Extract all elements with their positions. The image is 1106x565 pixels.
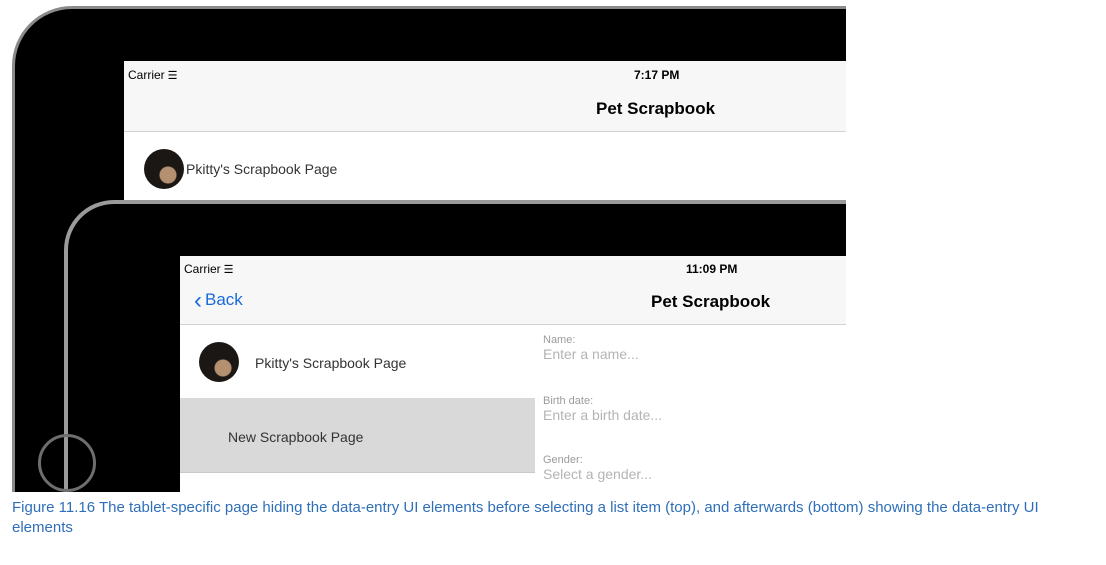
birth-date-field-group: Birth date: bbox=[543, 395, 833, 423]
status-time: 11:09 PM bbox=[686, 262, 738, 276]
tablet-screen-bottom: Carrier ☰ 11:09 PM ‹ Back Pet Scrapbook Pk… bbox=[180, 256, 846, 492]
list-item-label: Pkitty's Scrapbook Page bbox=[255, 355, 407, 371]
name-field-group: Name: bbox=[543, 334, 833, 362]
list-item[interactable]: Pkitty's Scrapbook Page bbox=[180, 325, 535, 399]
figure-caption: Figure 11.16 The tablet-specific page hi… bbox=[12, 499, 1039, 536]
chevron-left-icon: ‹ bbox=[194, 287, 202, 314]
back-button[interactable]: ‹ Back bbox=[194, 287, 243, 314]
avatar bbox=[144, 149, 184, 189]
carrier-label: Carrier bbox=[128, 68, 165, 82]
page-title: Pet Scrapbook bbox=[651, 292, 771, 311]
gender-field-group: Gender: bbox=[543, 454, 833, 482]
page-title: Pet Scrapbook bbox=[596, 99, 716, 118]
status-carrier: Carrier ☰ bbox=[128, 68, 178, 82]
list-item[interactable]: Pkitty's Scrapbook Page bbox=[124, 132, 846, 201]
list-item-label: New Scrapbook Page bbox=[228, 429, 364, 445]
wifi-icon: ☰ bbox=[223, 264, 234, 276]
wifi-icon: ☰ bbox=[167, 70, 178, 82]
avatar bbox=[199, 342, 239, 382]
navigation-bar: Carrier ☰ 11:09 PM ‹ Back Pet Scrapbook bbox=[180, 256, 846, 325]
status-time: 7:17 PM bbox=[634, 68, 680, 82]
list-item-selected[interactable]: New Scrapbook Page bbox=[180, 399, 535, 473]
tablet-screen-top: Carrier ☰ 7:17 PM Pet Scrapbook Pkitty's … bbox=[124, 61, 846, 201]
scrapbook-list: Pkitty's Scrapbook Page New Scrapbook Pa… bbox=[180, 325, 535, 492]
birth-date-input[interactable] bbox=[543, 407, 833, 423]
gender-label: Gender: bbox=[543, 454, 583, 466]
back-label: Back bbox=[205, 290, 243, 309]
status-carrier: Carrier ☰ bbox=[184, 262, 234, 276]
home-button bbox=[38, 434, 96, 492]
name-input[interactable] bbox=[543, 346, 833, 362]
data-entry-form: Name: Birth date: Gender: bbox=[535, 325, 846, 492]
gender-select[interactable] bbox=[543, 466, 833, 482]
navigation-bar: Carrier ☰ 7:17 PM Pet Scrapbook bbox=[124, 61, 846, 132]
list-item-label: Pkitty's Scrapbook Page bbox=[186, 161, 338, 177]
name-label: Name: bbox=[543, 334, 576, 346]
carrier-label: Carrier bbox=[184, 262, 221, 276]
birth-date-label: Birth date: bbox=[543, 395, 594, 407]
